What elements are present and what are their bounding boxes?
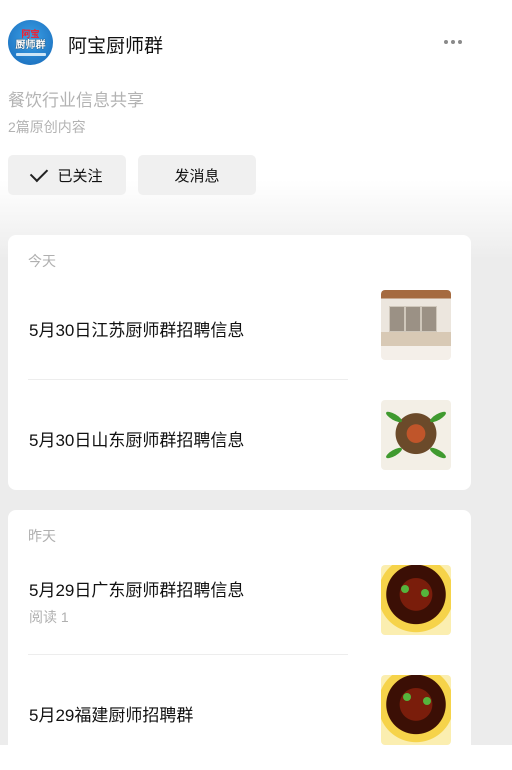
avatar-top-text: 阿宝 xyxy=(21,29,40,40)
account-description: 餐饮行业信息共享 xyxy=(8,91,144,110)
article-title[interactable]: 5月29日广东厨师群招聘信息 xyxy=(29,576,244,601)
divider xyxy=(28,379,348,380)
original-article-count: 2篇原创内容 xyxy=(8,119,86,135)
article-thumbnail[interactable] xyxy=(381,565,451,635)
article-title[interactable]: 5月29福建厨师招聘群 xyxy=(29,701,193,726)
day-header: 今天 xyxy=(28,253,56,269)
follow-button-label: 已关注 xyxy=(57,167,103,185)
more-dots-icon[interactable] xyxy=(444,36,468,48)
article-group-today: 今天 5月30日江苏厨师群招聘信息 5月30日山东厨师群招聘信息 xyxy=(8,235,471,490)
day-header: 昨天 xyxy=(28,528,56,544)
article-thumbnail[interactable] xyxy=(381,290,451,360)
avatar-main-text: 厨师群 xyxy=(15,39,46,51)
article-thumbnail[interactable] xyxy=(381,675,451,745)
article-thumbnail[interactable] xyxy=(381,400,451,470)
avatar-underline xyxy=(15,52,46,56)
account-name: 阿宝厨师群 xyxy=(68,36,164,57)
divider xyxy=(28,654,348,655)
article-item[interactable]: 5月30日山东厨师群招聘信息 xyxy=(8,400,471,480)
account-avatar[interactable]: 阿宝 厨师群 xyxy=(8,20,53,65)
checkmark-icon xyxy=(30,163,49,183)
send-message-button[interactable]: 发消息 xyxy=(138,155,256,195)
article-item[interactable]: 5月29日广东厨师群招聘信息 阅读 1 xyxy=(8,565,471,645)
send-message-label: 发消息 xyxy=(174,167,220,185)
article-item[interactable]: 5月29福建厨师招聘群 xyxy=(8,675,471,755)
article-item[interactable]: 5月30日江苏厨师群招聘信息 xyxy=(8,290,471,370)
follow-button[interactable]: 已关注 xyxy=(8,155,126,195)
read-count: 阅读 1 xyxy=(29,609,69,625)
article-group-yesterday: 昨天 5月29日广东厨师群招聘信息 阅读 1 5月29福建厨师招聘群 xyxy=(8,510,471,770)
article-title[interactable]: 5月30日江苏厨师群招聘信息 xyxy=(29,316,244,341)
article-title[interactable]: 5月30日山东厨师群招聘信息 xyxy=(29,426,244,451)
